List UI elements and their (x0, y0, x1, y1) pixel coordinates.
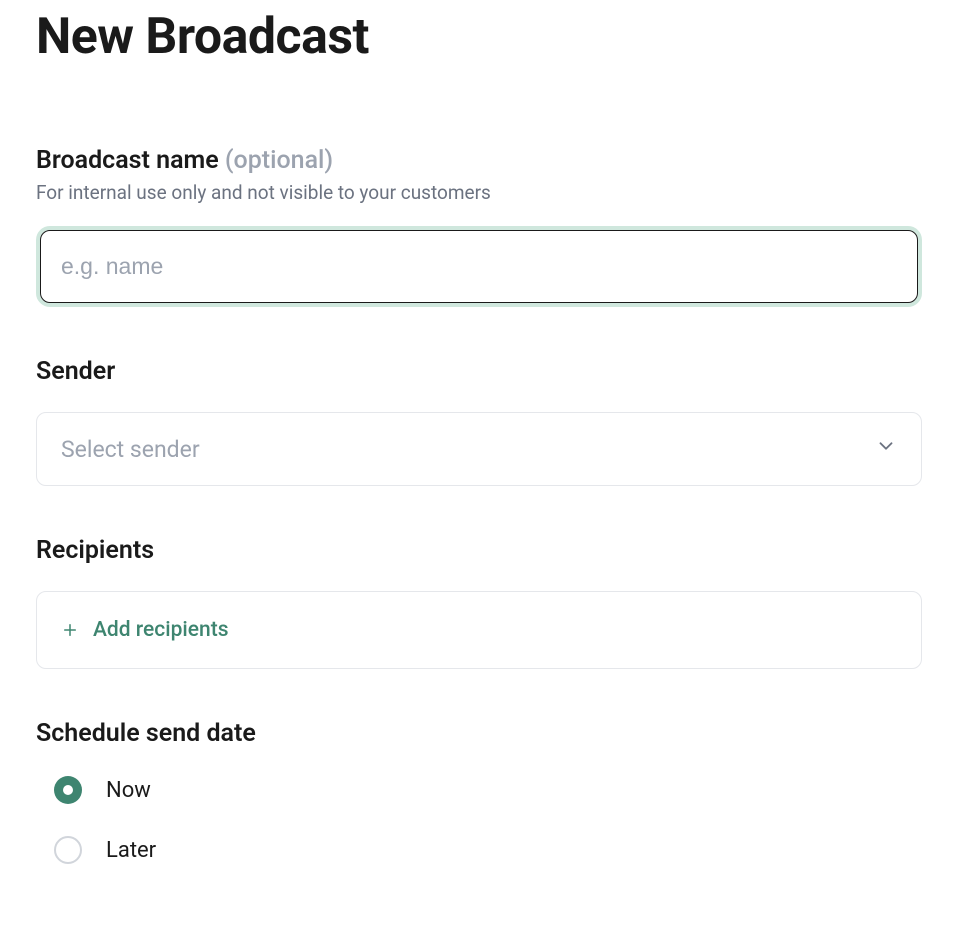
chevron-down-icon (875, 435, 897, 463)
recipients-field-group: Recipients Add recipients (36, 536, 922, 669)
schedule-label: Schedule send date (36, 719, 922, 748)
add-recipients-button[interactable]: Add recipients (36, 591, 922, 669)
broadcast-name-label-text: Broadcast name (36, 146, 219, 175)
broadcast-name-input-wrapper (36, 226, 922, 307)
schedule-radio-later-label: Later (106, 838, 156, 863)
schedule-radio-group: Now Later (36, 776, 922, 864)
broadcast-name-field-group: Broadcast name (optional) For internal u… (36, 146, 922, 307)
radio-selected-icon (54, 776, 82, 804)
broadcast-name-input[interactable] (40, 230, 918, 303)
broadcast-name-description: For internal use only and not visible to… (36, 181, 922, 204)
broadcast-name-label: Broadcast name (optional) (36, 146, 922, 175)
sender-select-placeholder: Select sender (61, 436, 200, 463)
schedule-radio-now-label: Now (106, 778, 151, 803)
plus-icon (61, 621, 79, 639)
sender-select[interactable]: Select sender (36, 412, 922, 486)
schedule-radio-later[interactable]: Later (54, 836, 922, 864)
sender-label: Sender (36, 357, 922, 386)
radio-unselected-icon (54, 836, 82, 864)
schedule-field-group: Schedule send date Now Later (36, 719, 922, 864)
recipients-label: Recipients (36, 536, 922, 565)
broadcast-name-optional-label: (optional) (225, 146, 333, 175)
page-title: New Broadcast (36, 8, 922, 66)
add-recipients-label: Add recipients (93, 618, 229, 642)
schedule-radio-now[interactable]: Now (54, 776, 922, 804)
sender-field-group: Sender Select sender (36, 357, 922, 486)
